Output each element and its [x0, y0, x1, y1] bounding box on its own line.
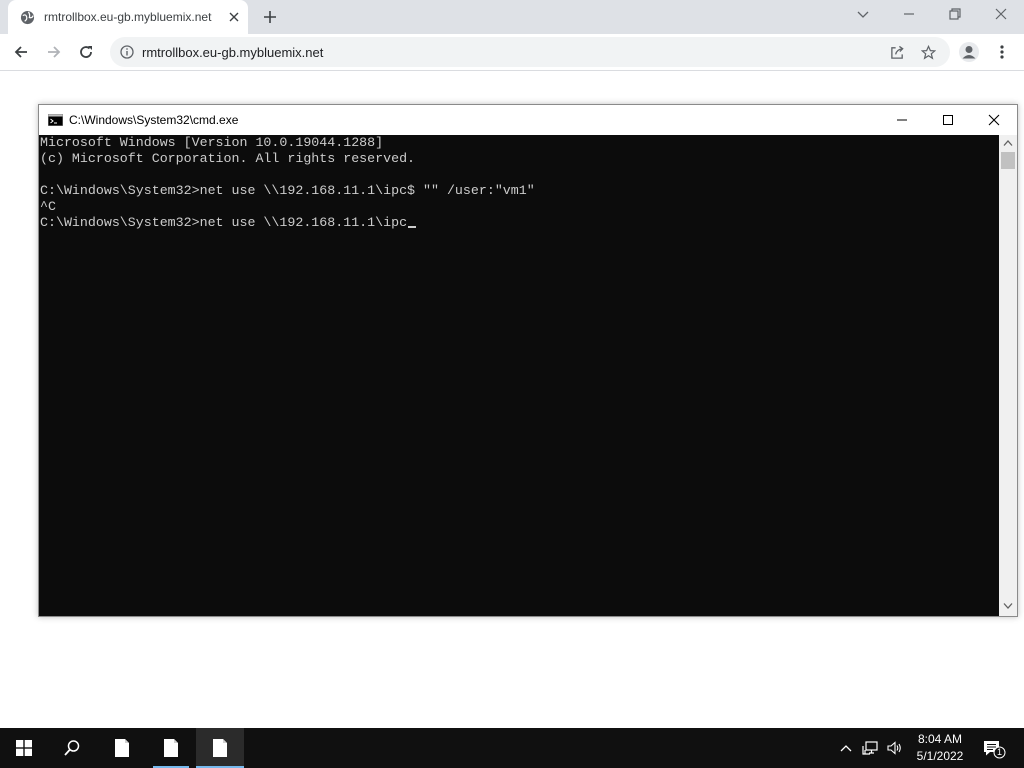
globe-icon — [20, 10, 35, 25]
clock-time: 8:04 AM — [917, 732, 963, 746]
volume-icon[interactable] — [886, 740, 902, 756]
profile-avatar-icon[interactable] — [958, 41, 980, 63]
console-line: C:\Windows\System32>net use \\192.168.11… — [40, 183, 535, 198]
minimize-icon — [897, 119, 907, 121]
clock-date: 5/1/2022 — [916, 749, 964, 763]
site-info-icon[interactable] — [120, 45, 134, 59]
forward-arrow-icon[interactable] — [46, 44, 62, 60]
reload-icon[interactable] — [78, 44, 94, 60]
maximize-icon — [943, 115, 953, 125]
cmd-window: C:\Windows\System32\cmd.exe Microsoft Wi… — [38, 104, 1018, 617]
taskbar-app-1[interactable] — [98, 728, 146, 768]
taskbar-app-3-active[interactable] — [196, 728, 244, 768]
windows-logo-icon — [16, 740, 32, 756]
scroll-up-arrow-icon[interactable] — [1003, 139, 1013, 147]
console-scrollbar[interactable] — [999, 135, 1017, 616]
action-center-button[interactable]: 1 — [982, 739, 1006, 759]
console-prompt-line[interactable]: C:\Windows\System32>net use \\192.168.11… — [40, 215, 417, 231]
browser-menu-icon[interactable] — [996, 44, 1008, 60]
console-current-input: C:\Windows\System32>net use \\192.168.11… — [40, 215, 408, 230]
system-clock[interactable]: 8:04 AM 5/1/2022 — [912, 731, 968, 765]
tab-title: rmtrollbox.eu-gb.mybluemix.net — [44, 10, 212, 24]
url-text[interactable]: rmtrollbox.eu-gb.mybluemix.net — [142, 45, 323, 60]
back-arrow-icon[interactable] — [13, 44, 29, 60]
tab-search-chevron-icon[interactable] — [856, 7, 870, 21]
taskbar-app-2[interactable] — [147, 728, 195, 768]
document-icon — [115, 739, 129, 757]
cmd-title-bar[interactable]: C:\Windows\System32\cmd.exe — [39, 105, 1017, 135]
browser-restore-icon[interactable] — [948, 7, 962, 21]
share-icon[interactable] — [890, 45, 905, 60]
text-cursor — [408, 226, 417, 228]
console-output[interactable]: Microsoft Windows [Version 10.0.19044.12… — [39, 135, 999, 616]
cmd-close-button[interactable] — [971, 105, 1017, 135]
document-icon — [164, 739, 178, 757]
show-hidden-icons-chevron-icon[interactable] — [838, 740, 854, 756]
network-icon[interactable] — [862, 740, 878, 756]
tab-close-icon[interactable] — [228, 11, 240, 23]
scrollbar-thumb[interactable] — [1001, 152, 1015, 169]
browser-close-icon[interactable] — [994, 7, 1008, 21]
search-icon — [64, 740, 80, 756]
close-icon — [988, 114, 1000, 126]
cmd-app-icon — [48, 114, 63, 126]
cmd-maximize-button[interactable] — [925, 105, 971, 135]
scroll-down-arrow-icon[interactable] — [1003, 602, 1013, 610]
cmd-window-title: C:\Windows\System32\cmd.exe — [69, 113, 239, 127]
browser-tab[interactable]: rmtrollbox.eu-gb.mybluemix.net — [8, 0, 248, 34]
address-bar[interactable]: rmtrollbox.eu-gb.mybluemix.net — [110, 37, 950, 67]
browser-tab-strip: rmtrollbox.eu-gb.mybluemix.net — [0, 0, 1024, 34]
console-line: ^C — [40, 199, 56, 214]
taskbar: 8:04 AM 5/1/2022 1 — [0, 728, 1024, 768]
document-icon — [213, 739, 227, 757]
search-button[interactable] — [48, 728, 96, 768]
new-tab-plus-icon[interactable] — [262, 9, 278, 25]
start-button[interactable] — [0, 728, 48, 768]
browser-toolbar: rmtrollbox.eu-gb.mybluemix.net — [0, 34, 1024, 71]
console-line: (c) Microsoft Corporation. All rights re… — [40, 151, 416, 166]
console-line: Microsoft Windows [Version 10.0.19044.12… — [40, 135, 384, 150]
browser-minimize-icon[interactable] — [902, 7, 916, 21]
notification-count-badge: 1 — [996, 747, 1002, 757]
cmd-minimize-button[interactable] — [879, 105, 925, 135]
bookmark-star-icon[interactable] — [921, 45, 936, 60]
